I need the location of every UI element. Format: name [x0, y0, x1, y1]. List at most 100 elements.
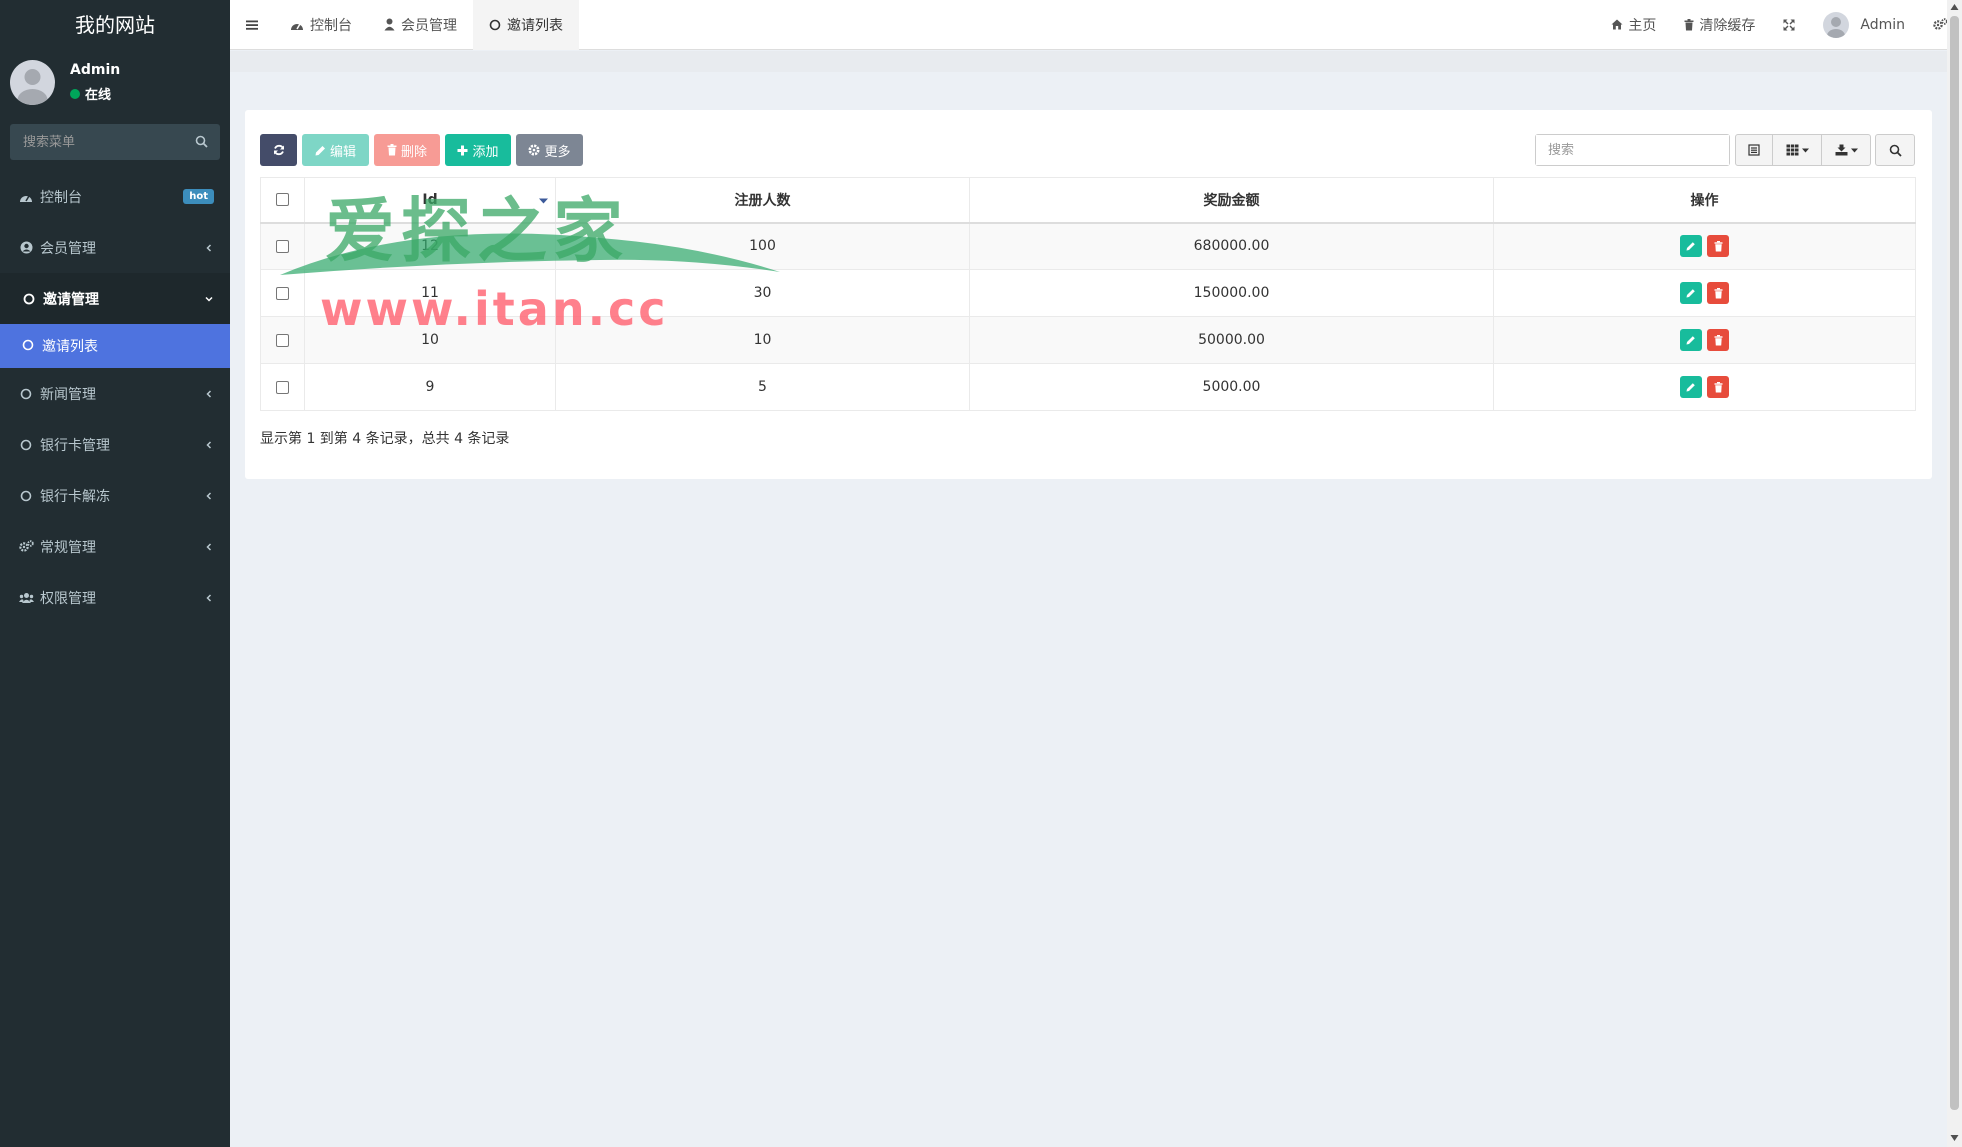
row-checkbox[interactable] — [276, 333, 289, 347]
row-delete-button[interactable] — [1707, 329, 1729, 351]
scroll-up-icon[interactable] — [1950, 3, 1959, 13]
more-button[interactable]: 更多 — [516, 134, 583, 166]
pencil-icon — [1686, 288, 1696, 298]
add-button[interactable]: 添加 — [445, 134, 511, 166]
sidebar-item-news[interactable]: 新闻管理 — [0, 368, 230, 419]
row-edit-button[interactable] — [1680, 329, 1702, 351]
sidebar-item-label: 邀请管理 — [43, 291, 99, 308]
sidebar-item-bank-unfreeze[interactable]: 银行卡解冻 — [0, 470, 230, 521]
refresh-icon — [273, 144, 285, 156]
page-scrollbar[interactable] — [1947, 0, 1962, 1147]
sidebar-item-invites[interactable]: 邀请管理 — [0, 273, 230, 324]
list-icon — [1748, 144, 1760, 156]
sidebar-item-label: 会员管理 — [40, 240, 96, 257]
clear-cache-link[interactable]: 清除缓存 — [1670, 0, 1769, 50]
home-link[interactable]: 主页 — [1597, 0, 1670, 50]
row-edit-button[interactable] — [1680, 376, 1702, 398]
row-select-cell — [260, 363, 305, 411]
cell-count: 100 — [555, 222, 970, 270]
view-button-group — [1735, 134, 1871, 166]
circle-o-icon — [18, 437, 34, 453]
pencil-icon — [315, 145, 326, 156]
user-name: Admin — [70, 62, 121, 78]
caret-down-icon — [1850, 148, 1858, 153]
sidebar-item-bank-cards[interactable]: 银行卡管理 — [0, 419, 230, 470]
dashboard-icon — [290, 19, 304, 31]
user-status: 在线 — [70, 84, 111, 103]
user-panel: Admin 在线 — [0, 50, 230, 116]
row-delete-button[interactable] — [1707, 376, 1729, 398]
search-toggle-button[interactable] — [1875, 134, 1915, 166]
edit-button[interactable]: 编辑 — [302, 134, 369, 166]
scroll-down-icon[interactable] — [1950, 1134, 1959, 1144]
table-row: 9 5 5000.00 — [260, 363, 1916, 411]
sidebar-item-general[interactable]: 常规管理 — [0, 521, 230, 572]
refresh-button[interactable] — [260, 134, 297, 166]
sidebar-search-input[interactable] — [10, 124, 220, 160]
home-icon — [1611, 19, 1623, 30]
export-button[interactable] — [1821, 134, 1871, 166]
sidebar-item-members[interactable]: 会员管理 — [0, 222, 230, 273]
scrollbar-thumb[interactable] — [1950, 16, 1959, 1110]
chevron-left-icon — [204, 542, 214, 552]
download-icon — [1835, 144, 1848, 156]
toggle-view-button[interactable] — [1735, 134, 1773, 166]
trash-icon — [1714, 287, 1723, 299]
delete-button[interactable]: 删除 — [374, 134, 440, 166]
column-header-registered[interactable]: 注册人数 — [555, 177, 970, 224]
columns-button[interactable] — [1772, 134, 1822, 166]
caret-down-icon — [1801, 148, 1809, 153]
avatar — [1823, 11, 1850, 38]
content-header — [230, 51, 1947, 72]
row-select-cell — [260, 316, 305, 364]
row-checkbox[interactable] — [276, 286, 289, 300]
site-logo[interactable]: 我的网站 — [0, 0, 230, 50]
user-menu[interactable]: Admin — [1809, 0, 1919, 50]
row-edit-button[interactable] — [1680, 282, 1702, 304]
cell-id: 11 — [304, 269, 556, 317]
table-search — [1535, 134, 1730, 166]
column-label: 奖励金额 — [1203, 192, 1260, 209]
sidebar-item-dashboard[interactable]: 控制台 hot — [0, 171, 230, 222]
sidebar-toggle-button[interactable] — [230, 0, 274, 50]
sidebar-subitem-invite-list[interactable]: 邀请列表 — [0, 324, 230, 368]
tab-members[interactable]: 会员管理 — [368, 0, 473, 50]
search-icon[interactable] — [195, 135, 208, 148]
table-row: 10 10 50000.00 — [260, 316, 1916, 364]
circle-o-icon — [22, 339, 36, 353]
row-edit-button[interactable] — [1680, 235, 1702, 258]
table-search-input[interactable] — [1536, 135, 1729, 165]
row-checkbox[interactable] — [276, 380, 289, 394]
sidebar-item-label: 常规管理 — [40, 539, 96, 556]
chevron-left-icon — [204, 440, 214, 450]
edit-label: 编辑 — [329, 143, 356, 159]
sidebar-item-permissions[interactable]: 权限管理 — [0, 572, 230, 623]
tab-label: 邀请列表 — [507, 17, 563, 34]
column-label: 注册人数 — [734, 192, 791, 209]
circle-o-icon — [18, 386, 34, 402]
column-header-id[interactable]: Id — [304, 177, 556, 224]
column-label: Id — [422, 191, 438, 208]
tab-invite-list[interactable]: 邀请列表 — [473, 0, 579, 50]
fullscreen-button[interactable] — [1769, 0, 1809, 50]
cell-id: 10 — [304, 316, 556, 364]
row-checkbox[interactable] — [276, 239, 289, 253]
cell-amount: 5000.00 — [969, 363, 1494, 411]
user-icon — [384, 18, 395, 31]
search-icon — [1889, 144, 1902, 157]
trash-icon — [387, 144, 397, 156]
cell-count: 30 — [555, 269, 970, 317]
sidebar-menu: 控制台 hot 会员管理 邀请管理 邀请列表 新闻管理 银行卡管理 银行卡解冻 … — [0, 171, 230, 623]
select-all-checkbox[interactable] — [276, 193, 289, 207]
row-delete-button[interactable] — [1707, 282, 1729, 304]
sidebar-search — [10, 124, 220, 160]
tab-dashboard[interactable]: 控制台 — [274, 0, 368, 50]
row-delete-button[interactable] — [1707, 235, 1729, 258]
row-select-cell — [260, 269, 305, 317]
chevron-down-icon — [204, 294, 214, 304]
user-circle-icon — [18, 240, 34, 256]
grid-icon — [1786, 144, 1799, 156]
column-header-reward[interactable]: 奖励金额 — [969, 177, 1494, 224]
sidebar-subitem-label: 邀请列表 — [42, 339, 98, 355]
table-row: 12 100 680000.00 — [260, 222, 1916, 270]
